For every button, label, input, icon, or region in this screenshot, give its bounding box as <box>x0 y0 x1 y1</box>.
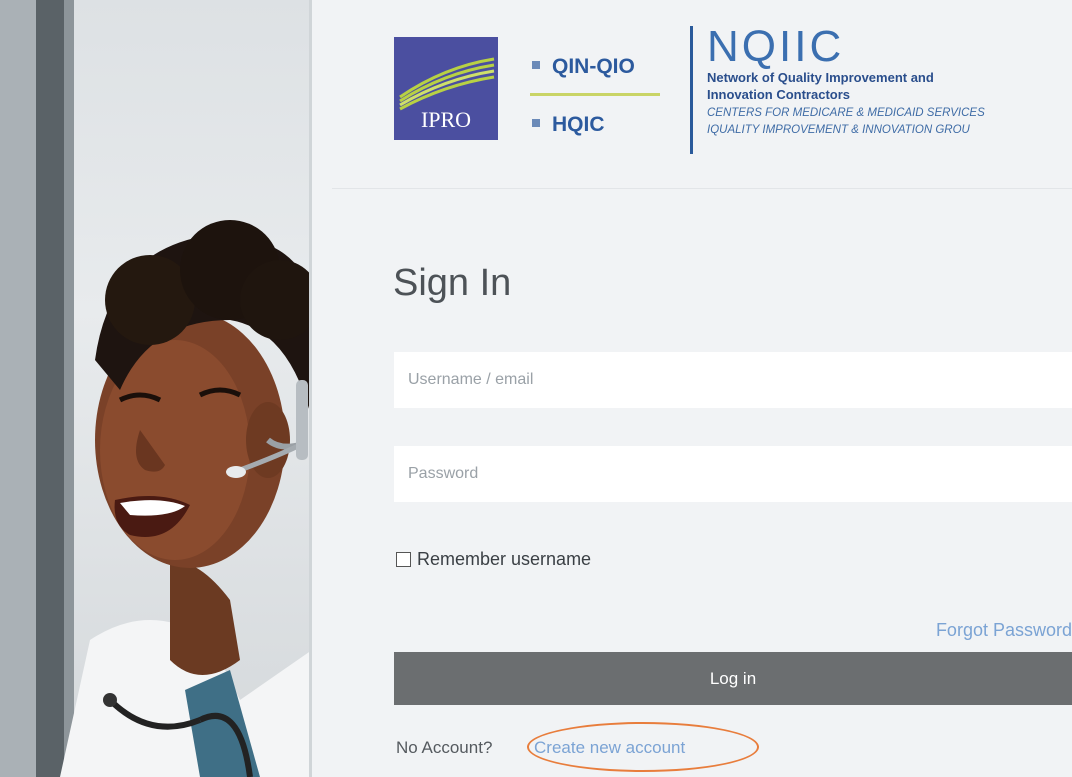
program-hqic: HQIC <box>532 113 605 137</box>
remember-username-label[interactable]: Remember username <box>417 549 591 570</box>
program-separator <box>530 93 660 96</box>
ipro-logo: IPRO <box>394 37 498 140</box>
remember-username-checkbox[interactable] <box>396 552 411 567</box>
nqiic-line-3: CENTERS FOR MEDICARE & MEDICAID SERVICES <box>707 107 985 119</box>
person-with-headset-illustration <box>60 220 312 777</box>
header-divider <box>332 188 1072 189</box>
no-account-text: No Account? <box>396 738 493 757</box>
program-qin-qio: QIN-QIO <box>532 55 635 79</box>
create-account-link[interactable]: Create new account <box>534 738 685 758</box>
nqiic-line-2: Innovation Contractors <box>707 87 851 102</box>
login-button[interactable]: Log in <box>394 652 1072 705</box>
ipro-logo-text: IPRO <box>420 107 472 132</box>
nqiic-line-4: IQUALITY IMPROVEMENT & INNOVATION GROU <box>707 124 970 136</box>
program-qin-qio-label: QIN-QIO <box>552 55 635 78</box>
bullet-square-icon <box>532 61 540 70</box>
nqiic-logo-title: NQIIC <box>707 22 845 71</box>
username-input[interactable] <box>394 352 1072 408</box>
page-title: Sign In <box>393 262 512 304</box>
nqiic-line-1: Network of Quality Improvement and <box>707 70 934 85</box>
bullet-square-icon <box>532 119 540 128</box>
forgot-password-container: Forgot Password <box>880 620 1072 650</box>
nqiic-logo-bar <box>690 26 693 154</box>
hero-photo <box>0 0 312 777</box>
forgot-password-link[interactable]: Forgot Password <box>936 620 1072 641</box>
password-input[interactable] <box>394 446 1072 502</box>
program-hqic-label: HQIC <box>552 113 605 136</box>
remember-username[interactable]: Remember username <box>396 549 591 570</box>
